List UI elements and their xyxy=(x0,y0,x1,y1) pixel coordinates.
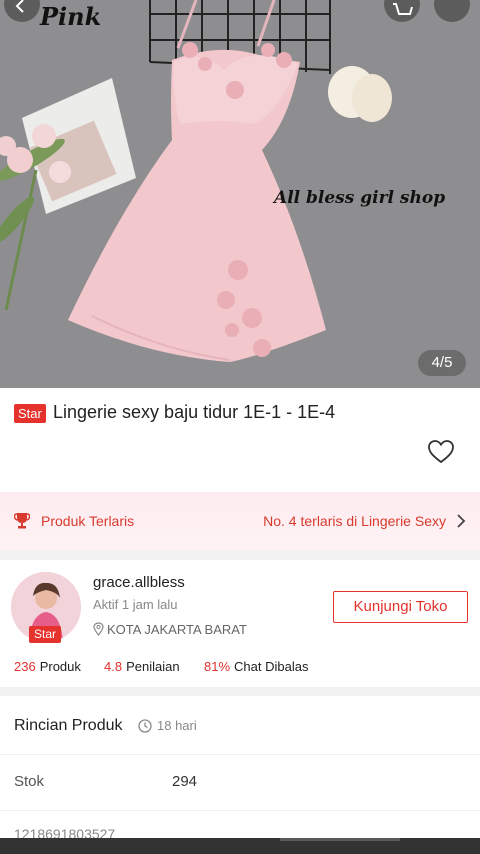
stat-chat-reply[interactable]: 81% Chat Dibalas xyxy=(204,659,308,674)
stat-rating-value: 4.8 xyxy=(104,659,123,674)
best-seller-label: Produk Terlaris xyxy=(41,513,135,529)
star-seller-badge: Star xyxy=(14,404,46,423)
shop-name[interactable]: grace.allbless xyxy=(93,574,185,591)
visit-shop-button[interactable]: Kunjungi Toko xyxy=(333,591,468,623)
best-seller-rank: No. 4 terlaris di Lingerie Sexy xyxy=(263,513,446,529)
trophy-icon xyxy=(14,513,30,529)
shop-location: KOTA JAKARTA BARAT xyxy=(107,622,247,637)
divider xyxy=(0,810,480,811)
product-title-section: Star Lingerie sexy baju tidur 1E-1 - 1E-… xyxy=(0,388,480,492)
cart-icon xyxy=(393,3,413,15)
product-details-section: Rincian Produk 18 hari Stok 294 12186918… xyxy=(0,696,480,854)
product-page: Pink All bless girl shop 4/5 Star Linger… xyxy=(0,0,480,854)
home-indicator xyxy=(280,838,400,841)
avatar-star-badge: Star xyxy=(29,626,62,643)
stock-value: 294 xyxy=(172,773,198,790)
product-image-carousel[interactable]: Pink All bless girl shop 4/5 xyxy=(0,0,480,388)
hero-color-label: Pink xyxy=(40,2,102,31)
chevron-right-icon xyxy=(457,514,466,528)
stat-products[interactable]: 236 Produk xyxy=(14,659,81,674)
stat-chat-reply-value: 81% xyxy=(204,659,231,674)
shop-info-section: Star grace.allbless Aktif 1 jam lalu KOT… xyxy=(0,560,480,687)
bottom-action-bar xyxy=(0,838,480,854)
details-title: Rincian Produk xyxy=(14,717,123,734)
clock-icon xyxy=(138,719,152,733)
stat-products-label: Produk xyxy=(39,659,81,674)
chevron-left-icon xyxy=(15,0,24,13)
location-pin-icon xyxy=(93,622,104,636)
image-page-indicator: 4/5 xyxy=(418,350,466,376)
stat-chat-reply-label: Chat Dibalas xyxy=(234,659,309,674)
stat-rating-label: Penilaian xyxy=(126,659,180,674)
stock-label: Stok xyxy=(14,773,45,790)
hero-watermark: All bless girl shop xyxy=(274,188,446,208)
heart-icon[interactable] xyxy=(428,440,454,464)
divider xyxy=(0,754,480,755)
product-title: Lingerie sexy baju tidur 1E-1 - 1E-4 xyxy=(53,402,336,422)
details-time: 18 hari xyxy=(157,718,197,733)
stat-rating[interactable]: 4.8 Penilaian xyxy=(104,659,180,674)
cart-button[interactable] xyxy=(384,0,420,22)
best-seller-banner[interactable]: Produk Terlaris No. 4 terlaris di Linger… xyxy=(0,492,480,550)
shop-active-status: Aktif 1 jam lalu xyxy=(93,597,178,612)
stat-products-value: 236 xyxy=(14,659,36,674)
